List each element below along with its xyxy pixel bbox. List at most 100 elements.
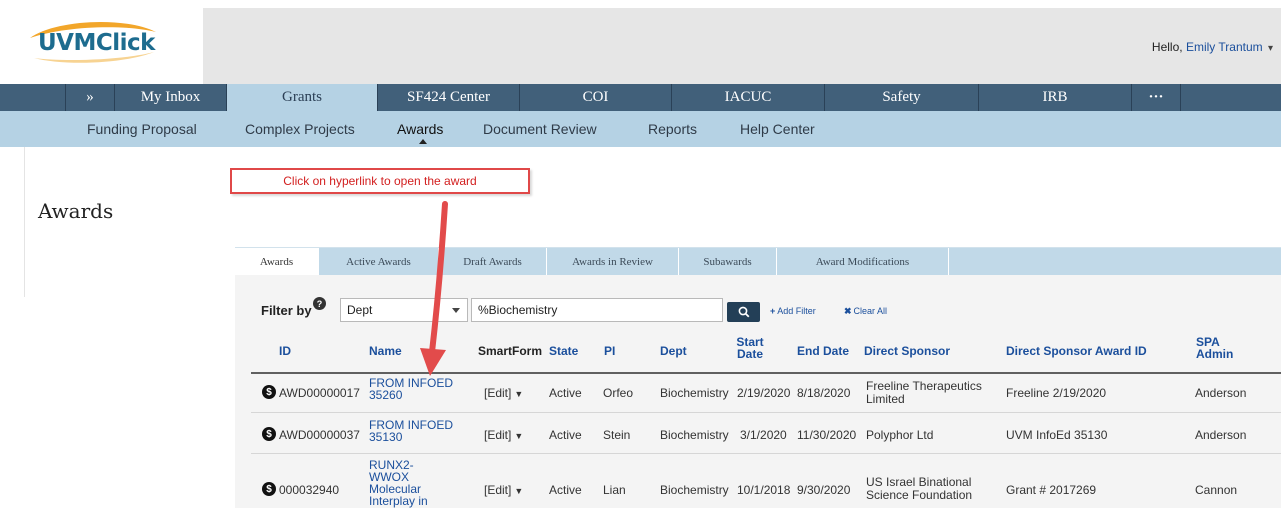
award-dept: Biochemistry: [660, 386, 729, 400]
award-spa-admin: Anderson: [1195, 386, 1247, 400]
logo-text: UVMClick: [38, 30, 155, 56]
nav-item-my-inbox[interactable]: My Inbox: [115, 84, 227, 111]
column-header-sponsor-award-id[interactable]: Direct Sponsor Award ID: [1006, 345, 1147, 357]
award-start-date: 2/19/2020: [737, 386, 791, 400]
dollar-icon: $: [262, 482, 276, 496]
sub-nav: Funding Proposal Complex Projects Awards…: [0, 111, 1281, 147]
tab-award-modifications[interactable]: Award Modifications: [777, 248, 949, 276]
tab-active-awards[interactable]: Active Awards: [319, 248, 439, 276]
chevron-down-icon: [452, 308, 460, 313]
filter-label: Filter by: [261, 303, 312, 318]
award-state: Active: [549, 386, 582, 400]
header-band: [203, 8, 1281, 84]
search-button[interactable]: [727, 302, 760, 322]
page-title: Awards: [38, 199, 114, 223]
clear-all-link[interactable]: ✖ Clear All: [844, 306, 887, 317]
award-sponsor-award-id: Freeline 2/19/2020: [1006, 386, 1107, 400]
column-header-id[interactable]: ID: [279, 345, 291, 357]
award-sponsor-award-id: UVM InfoEd 35130: [1006, 428, 1108, 442]
user-greeting: Hello, Emily Trantum ▾: [1152, 40, 1273, 54]
filter-field-select[interactable]: Dept: [340, 298, 468, 322]
award-end-date: 9/30/2020: [797, 483, 851, 497]
award-direct-sponsor: Freeline Therapeutics Limited: [866, 379, 982, 406]
nav-item-safety[interactable]: Safety: [825, 84, 979, 111]
uvmclick-logo[interactable]: UVMClick: [24, 18, 164, 66]
award-start-date: 10/1/2018: [737, 483, 791, 497]
tab-awards[interactable]: Awards: [235, 248, 319, 276]
award-start-date: 3/1/2020: [740, 428, 787, 442]
award-name-link[interactable]: FROM INFOED 35260: [369, 377, 465, 401]
nav-item-coi[interactable]: COI: [520, 84, 672, 111]
column-header-start-date[interactable]: Start Date: [728, 336, 772, 360]
award-dept: Biochemistry: [660, 483, 729, 497]
filter-field-value: Dept: [347, 303, 373, 317]
column-header-pi[interactable]: PI: [604, 345, 615, 357]
dollar-icon: $: [262, 385, 276, 399]
chevron-down-icon: ▼: [514, 431, 524, 441]
nav-right-spacer: [1181, 84, 1281, 111]
user-menu-link[interactable]: Emily Trantum: [1186, 40, 1263, 54]
clear-all-label: Clear All: [853, 306, 888, 316]
filter-search-input[interactable]: [471, 298, 723, 322]
nav-item-iacuc[interactable]: IACUC: [672, 84, 825, 111]
nav-left-spacer: [0, 84, 66, 111]
award-pi: Stein: [603, 428, 631, 442]
nav-item-irb[interactable]: IRB: [979, 84, 1132, 111]
award-name-link[interactable]: FROM INFOED 35130: [369, 419, 465, 443]
page: UVMClick Hello, Emily Trantum ▾ » My Inb…: [0, 0, 1281, 508]
search-icon: [738, 306, 749, 318]
top-header: UVMClick Hello, Emily Trantum ▾: [0, 0, 1281, 84]
smartform-edit-menu[interactable]: [Edit] ▼: [484, 387, 523, 401]
user-menu-caret-icon[interactable]: ▾: [1268, 43, 1273, 54]
column-header-name[interactable]: Name: [369, 345, 402, 357]
header-divider: [251, 372, 1281, 374]
tab-draft-awards[interactable]: Draft Awards: [439, 248, 547, 276]
award-state: Active: [549, 428, 582, 442]
edit-label: [Edit]: [484, 386, 512, 400]
award-pi: Lian: [603, 483, 626, 497]
clear-icon: ✖: [844, 306, 852, 316]
subnav-document-review[interactable]: Document Review: [483, 121, 597, 137]
award-direct-sponsor: Polyphor Ltd: [866, 428, 934, 442]
column-header-state[interactable]: State: [549, 345, 578, 357]
column-header-smartform: SmartForm: [478, 344, 543, 358]
help-icon[interactable]: ?: [313, 297, 326, 310]
column-header-direct-sponsor[interactable]: Direct Sponsor: [864, 345, 950, 357]
smartform-edit-menu[interactable]: [Edit] ▼: [484, 429, 523, 443]
award-name-link[interactable]: RUNX2-WWOX Molecular Interplay in Osteos…: [369, 459, 453, 508]
dollar-icon: $: [262, 427, 276, 441]
award-pi: Orfeo: [603, 386, 634, 400]
nav-more-button[interactable]: ···: [1132, 84, 1181, 111]
row-divider: [251, 453, 1281, 454]
award-end-date: 8/18/2020: [797, 386, 851, 400]
greeting-prefix: Hello,: [1151, 40, 1183, 54]
column-header-end-date[interactable]: End Date: [797, 345, 849, 357]
subnav-awards[interactable]: Awards: [397, 121, 443, 137]
subnav-funding-proposal[interactable]: Funding Proposal: [87, 121, 197, 137]
award-direct-sponsor: US Israel Binational Science Foundation: [866, 475, 973, 502]
subnav-complex-projects[interactable]: Complex Projects: [245, 121, 355, 137]
nav-expand-button[interactable]: »: [66, 84, 115, 111]
subnav-reports[interactable]: Reports: [648, 121, 697, 137]
nav-item-sf424-center[interactable]: SF424 Center: [378, 84, 520, 111]
smartform-edit-menu[interactable]: [Edit] ▼: [484, 484, 523, 498]
add-filter-label: Add Filter: [777, 306, 816, 316]
award-id: 000032940: [279, 483, 340, 497]
column-header-spa-admin[interactable]: SPA Admin: [1196, 336, 1240, 360]
award-spa-admin: Cannon: [1195, 483, 1238, 497]
main-nav: » My Inbox Grants SF424 Center COI IACUC…: [0, 84, 1281, 111]
award-state: Active: [549, 483, 582, 497]
award-end-date: 11/30/2020: [797, 428, 857, 442]
edit-label: [Edit]: [484, 483, 512, 497]
tab-awards-in-review[interactable]: Awards in Review: [547, 248, 679, 276]
row-divider: [251, 412, 1281, 413]
column-header-dept[interactable]: Dept: [660, 345, 687, 357]
award-id: AWD00000017: [279, 386, 360, 400]
award-dept: Biochemistry: [660, 428, 729, 442]
add-filter-link[interactable]: + Add Filter: [770, 306, 816, 316]
left-divider: [24, 147, 25, 297]
tab-subawards[interactable]: Subawards: [679, 248, 777, 276]
edit-label: [Edit]: [484, 428, 512, 442]
subnav-help-center[interactable]: Help Center: [740, 121, 815, 137]
nav-item-grants[interactable]: Grants: [227, 84, 378, 111]
